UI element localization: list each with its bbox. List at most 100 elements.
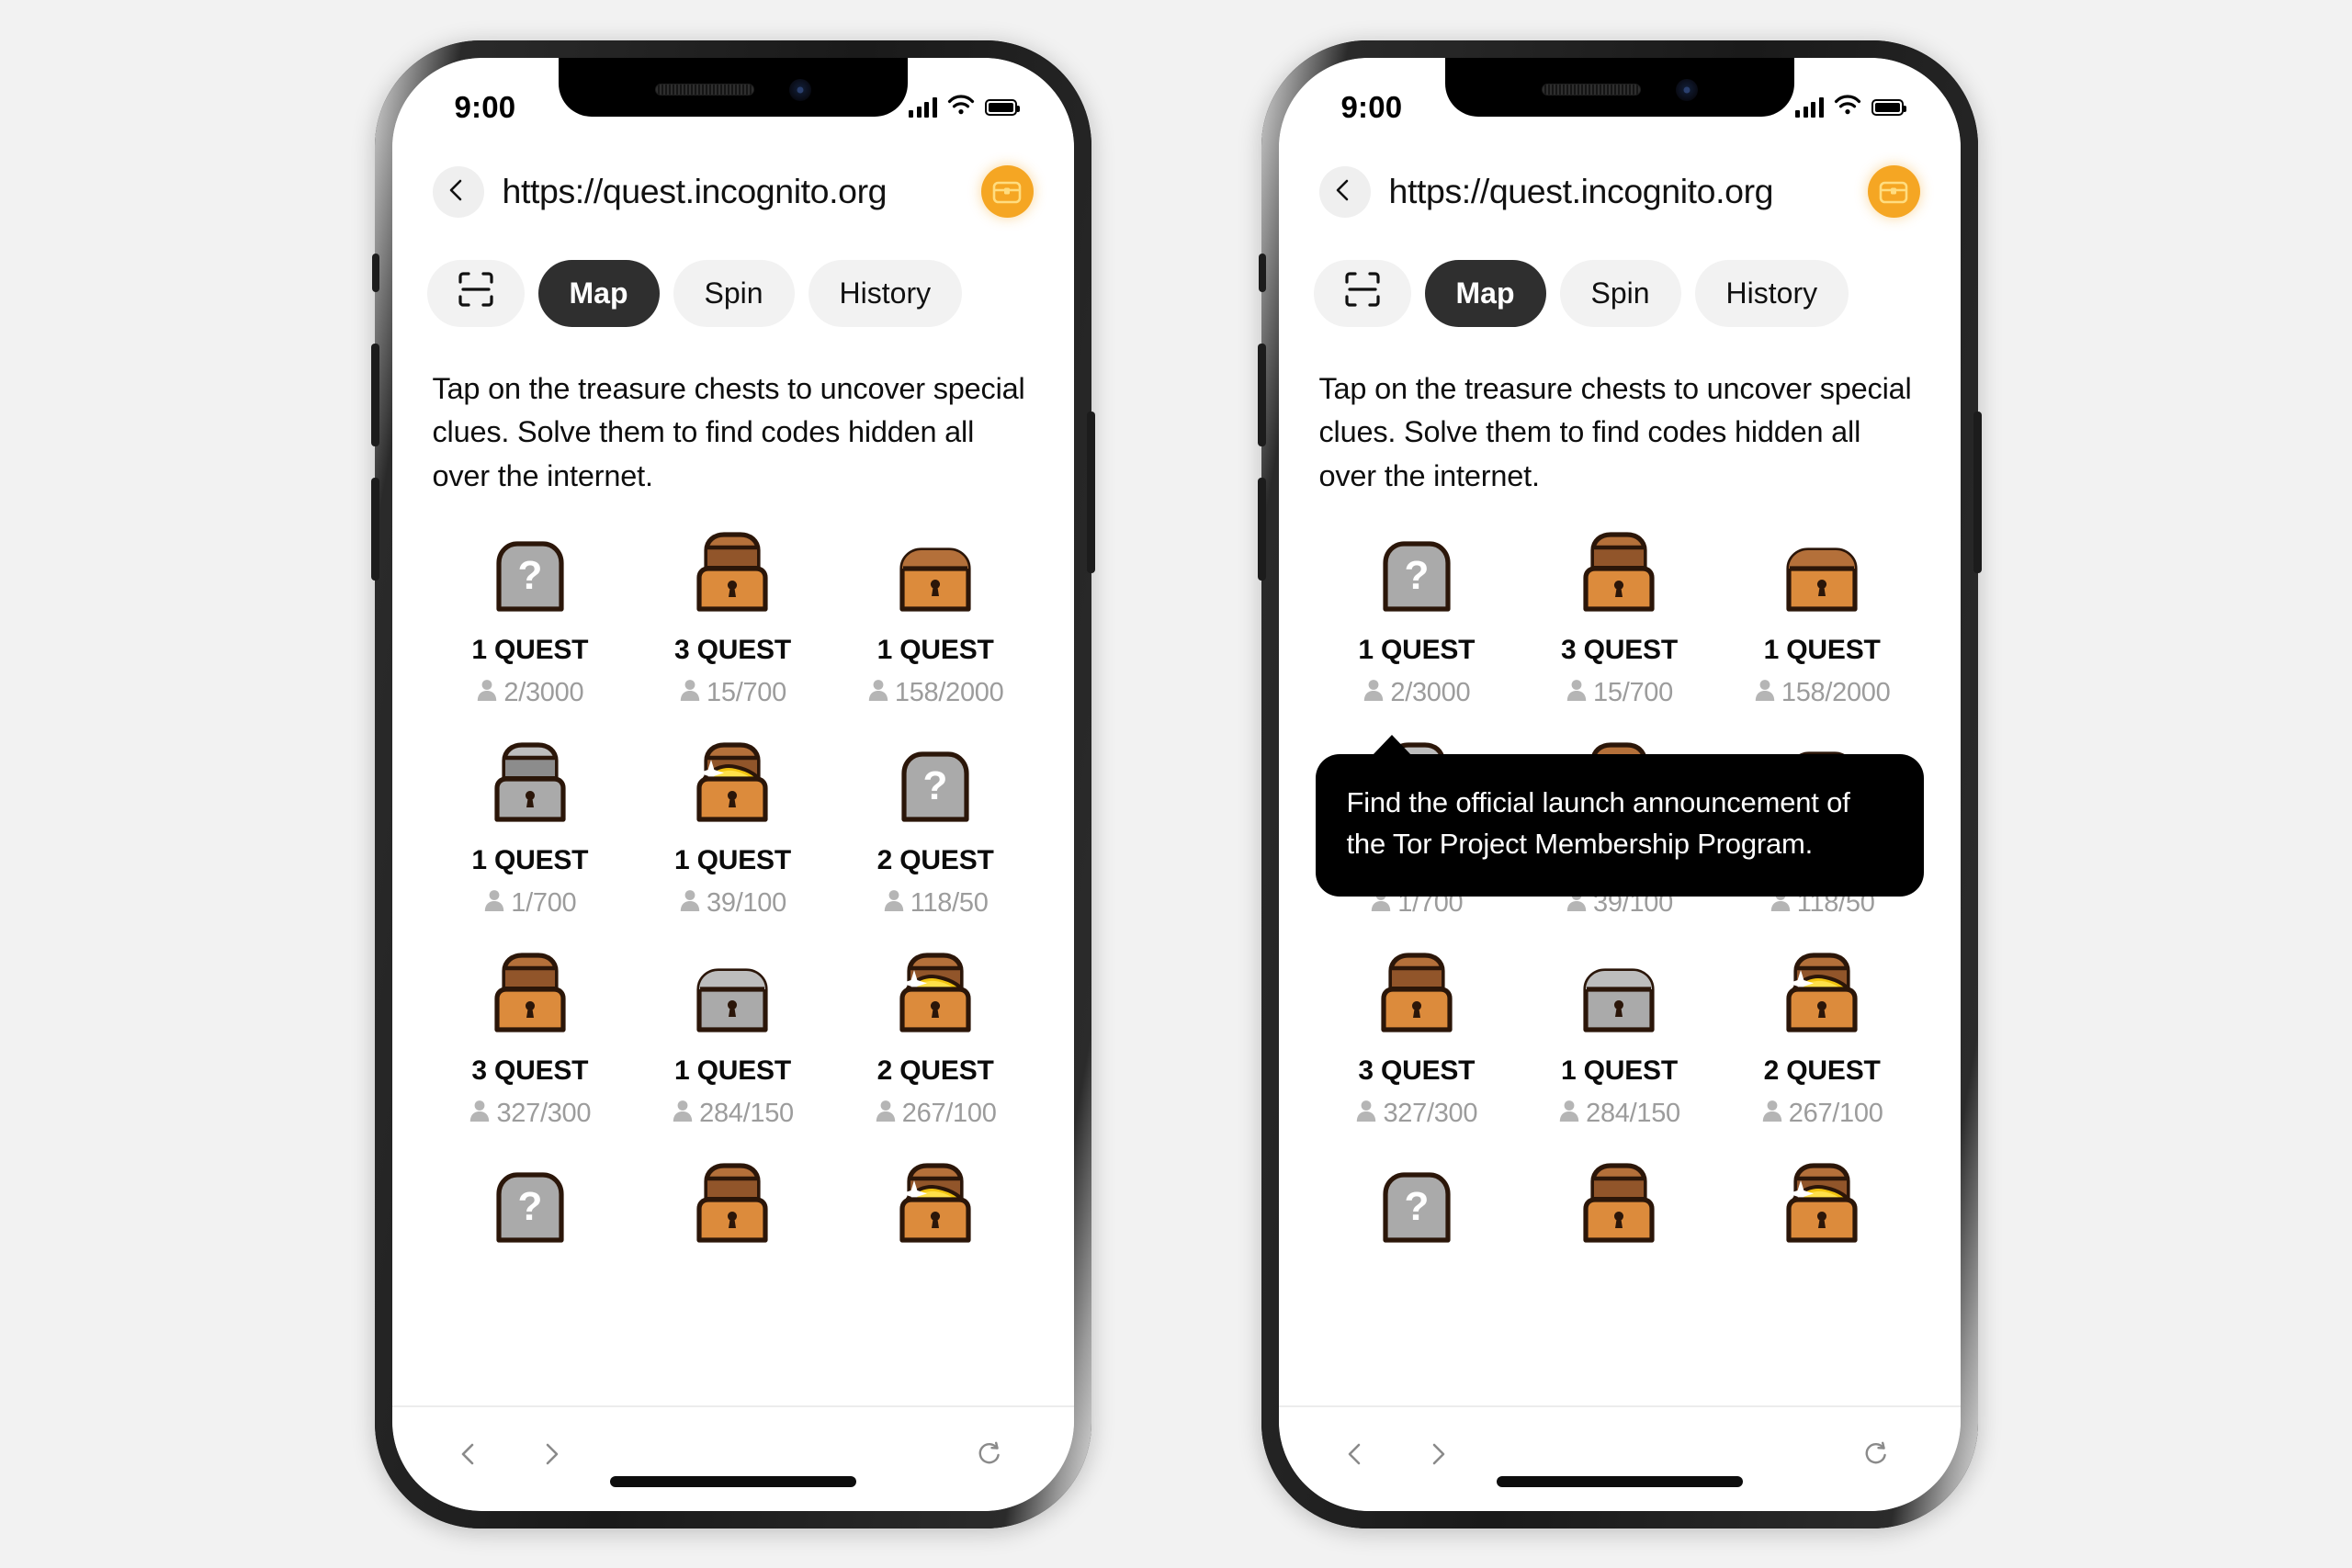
tab-label: Map bbox=[569, 276, 628, 310]
url-text[interactable]: https://quest.incognito.org bbox=[1389, 172, 1849, 211]
treasure-chest-open-gold-icon[interactable] bbox=[688, 740, 776, 825]
tab-history[interactable]: History bbox=[808, 259, 963, 327]
chest-cell[interactable]: 3 QUEST 15/700 bbox=[1518, 530, 1721, 709]
browser-forward-button[interactable] bbox=[1413, 1440, 1472, 1477]
treasure-chest-closed-gray-icon[interactable] bbox=[688, 951, 776, 1035]
treasure-chest-closed-gray-icon[interactable] bbox=[1575, 951, 1663, 1035]
url-text[interactable]: https://quest.incognito.org bbox=[503, 172, 963, 211]
person-icon bbox=[476, 678, 498, 709]
treasure-chest-icon[interactable] bbox=[980, 165, 1034, 218]
tab-scan[interactable] bbox=[1313, 259, 1411, 327]
signal-bars-icon bbox=[1795, 96, 1824, 118]
chest-cell[interactable]: ? bbox=[429, 1161, 632, 1246]
chest-cell[interactable]: 1 QUEST 158/2000 bbox=[1721, 530, 1924, 709]
chest-cell[interactable]: ? 2 QUEST 118/50 bbox=[834, 740, 1037, 919]
treasure-chest-unknown-icon[interactable]: ? bbox=[891, 740, 979, 825]
home-indicator[interactable] bbox=[609, 1475, 856, 1487]
browser-back-button[interactable] bbox=[444, 1440, 503, 1477]
chest-cell[interactable]: ? 1 QUEST 2/3000 bbox=[429, 530, 632, 709]
treasure-chest-unknown-icon[interactable]: ? bbox=[486, 530, 574, 615]
chest-cell[interactable]: 1 QUEST 284/150 bbox=[1518, 951, 1721, 1130]
chest-cell[interactable]: 1 QUEST 39/100 bbox=[631, 740, 834, 919]
tab-map[interactable]: Map bbox=[1424, 259, 1546, 327]
phone-notch bbox=[558, 57, 908, 117]
person-icon bbox=[1761, 1099, 1783, 1130]
chest-cell[interactable]: 1 QUEST 1/700 bbox=[429, 740, 632, 919]
chest-cell[interactable]: 3 QUEST 327/300 bbox=[429, 951, 632, 1130]
treasure-chest-icon[interactable] bbox=[1867, 165, 1920, 218]
volume-up-button[interactable] bbox=[370, 343, 379, 446]
treasure-chest-open-gold-icon[interactable] bbox=[1778, 1161, 1866, 1246]
chest-cell[interactable]: ? bbox=[1316, 1161, 1519, 1246]
chest-participant-count: 118/50 bbox=[883, 888, 989, 919]
chest-participant-count: 284/150 bbox=[1558, 1099, 1680, 1130]
treasure-chest-closed-icon[interactable] bbox=[1778, 530, 1866, 615]
tooltip-tail-icon bbox=[1372, 734, 1411, 755]
chest-cell[interactable]: 1 QUEST 284/150 bbox=[631, 951, 834, 1130]
power-button[interactable] bbox=[1086, 411, 1095, 573]
treasure-chest-closed-icon[interactable] bbox=[891, 530, 979, 615]
browser-reload-button[interactable] bbox=[1850, 1440, 1909, 1477]
chest-participant-count: 15/700 bbox=[679, 678, 786, 709]
tab-history[interactable]: History bbox=[1694, 259, 1849, 327]
scan-frame-icon bbox=[1343, 270, 1382, 316]
browser-back-button[interactable] bbox=[1330, 1440, 1389, 1477]
treasure-chest-unknown-icon[interactable]: ? bbox=[1373, 1161, 1461, 1246]
chest-cell[interactable] bbox=[1518, 1161, 1721, 1246]
chest-quest-label: 1 QUEST bbox=[1358, 634, 1476, 665]
mute-switch[interactable] bbox=[1258, 253, 1266, 292]
browser-forward-button[interactable] bbox=[526, 1440, 585, 1477]
tab-scan[interactable] bbox=[426, 259, 525, 327]
mute-switch[interactable] bbox=[371, 253, 379, 292]
tab-bar: Map Spin History bbox=[392, 240, 1074, 336]
chest-cell[interactable] bbox=[834, 1161, 1037, 1246]
chest-participant-count: 2/3000 bbox=[476, 678, 584, 709]
chest-cell[interactable]: 1 QUEST 158/2000 bbox=[834, 530, 1037, 709]
svg-text:?: ? bbox=[517, 553, 542, 598]
chest-quest-label: 3 QUEST bbox=[471, 1055, 589, 1086]
signal-bars-icon bbox=[909, 96, 937, 118]
tab-spin[interactable]: Spin bbox=[673, 259, 795, 327]
url-back-button[interactable] bbox=[432, 165, 484, 218]
chest-participant-count: 327/300 bbox=[469, 1099, 591, 1130]
chest-cell[interactable] bbox=[631, 1161, 834, 1246]
home-indicator[interactable] bbox=[1496, 1475, 1743, 1487]
tab-map[interactable]: Map bbox=[537, 259, 660, 327]
treasure-chest-open-empty-icon[interactable] bbox=[486, 951, 574, 1035]
person-icon bbox=[469, 1099, 491, 1130]
chest-cell[interactable]: 3 QUEST 327/300 bbox=[1316, 951, 1519, 1130]
chest-cell[interactable]: 2 QUEST 267/100 bbox=[834, 951, 1037, 1130]
treasure-chest-open-empty-icon[interactable] bbox=[1575, 530, 1663, 615]
url-back-button[interactable] bbox=[1318, 165, 1371, 218]
power-button[interactable] bbox=[1973, 411, 1982, 573]
treasure-chest-open-empty-icon[interactable] bbox=[688, 1161, 776, 1246]
battery-full-icon bbox=[1871, 98, 1906, 116]
chest-quest-label: 2 QUEST bbox=[1763, 1055, 1881, 1086]
treasure-chest-open-gold-icon[interactable] bbox=[891, 951, 979, 1035]
chest-participant-count: 39/100 bbox=[679, 888, 786, 919]
treasure-chest-unknown-icon[interactable]: ? bbox=[1373, 530, 1461, 615]
tab-spin[interactable]: Spin bbox=[1559, 259, 1681, 327]
volume-down-button[interactable] bbox=[370, 477, 379, 581]
front-camera bbox=[788, 78, 811, 101]
treasure-chest-open-empty-icon[interactable] bbox=[688, 530, 776, 615]
treasure-chest-open-locked-gray-icon[interactable] bbox=[486, 740, 574, 825]
treasure-chest-open-gold-icon[interactable] bbox=[891, 1161, 979, 1246]
person-icon bbox=[1558, 1099, 1580, 1130]
browser-reload-button[interactable] bbox=[964, 1440, 1023, 1477]
volume-down-button[interactable] bbox=[1257, 477, 1266, 581]
person-icon bbox=[867, 678, 889, 709]
treasure-chest-open-empty-icon[interactable] bbox=[1373, 951, 1461, 1035]
chest-participant-count: 158/2000 bbox=[1754, 678, 1891, 709]
chest-cell[interactable] bbox=[1721, 1161, 1924, 1246]
treasure-chest-open-empty-icon[interactable] bbox=[1575, 1161, 1663, 1246]
url-bar: https://quest.incognito.org bbox=[392, 137, 1074, 240]
treasure-chest-unknown-icon[interactable]: ? bbox=[486, 1161, 574, 1246]
volume-up-button[interactable] bbox=[1257, 343, 1266, 446]
chest-cell[interactable]: ? 1 QUEST 2/3000 bbox=[1316, 530, 1519, 709]
browser-bottom-bar bbox=[1278, 1404, 1961, 1511]
chest-cell[interactable]: 2 QUEST 267/100 bbox=[1721, 951, 1924, 1130]
treasure-chest-open-gold-icon[interactable] bbox=[1778, 951, 1866, 1035]
chest-cell[interactable]: 3 QUEST 15/700 bbox=[631, 530, 834, 709]
chest-participant-count: 284/150 bbox=[672, 1099, 794, 1130]
